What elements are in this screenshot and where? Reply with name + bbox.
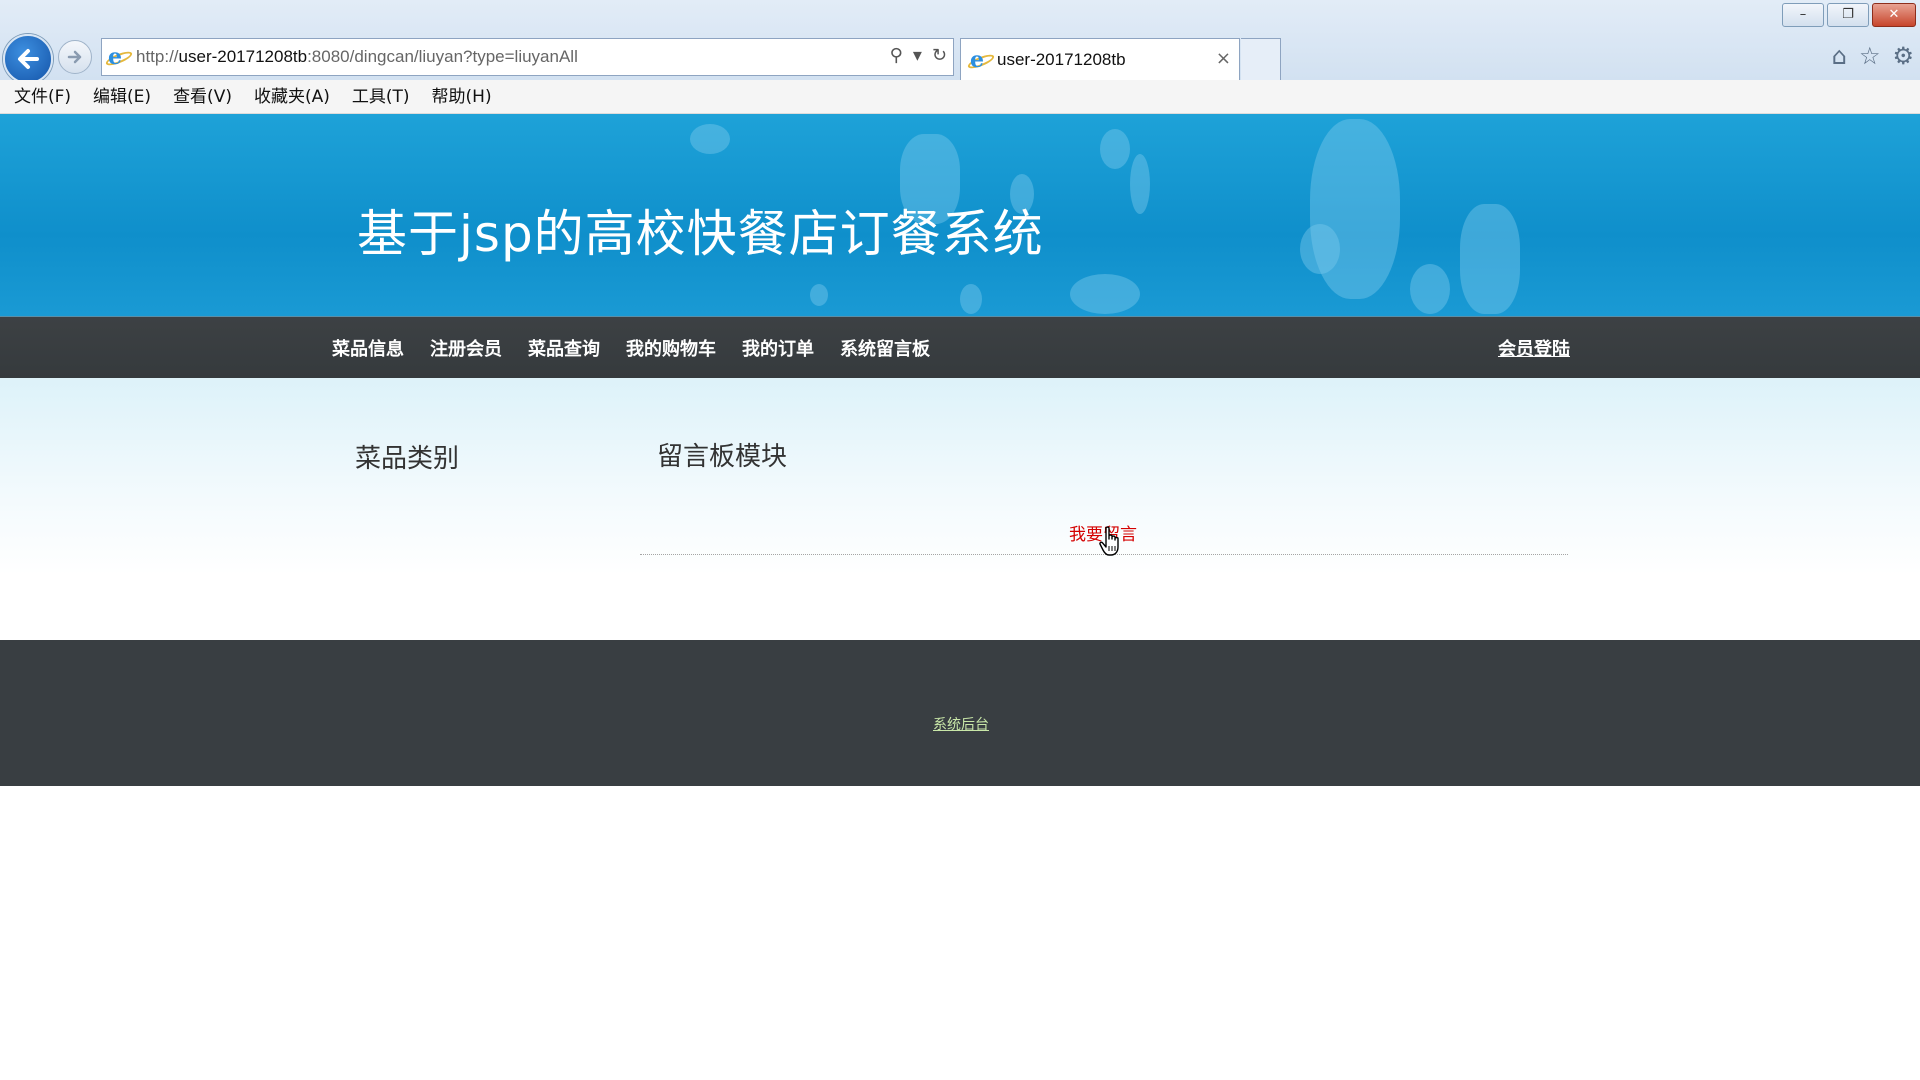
url-prefix: http:// (136, 47, 179, 66)
banner-decoration (690, 124, 730, 154)
nav-dish-search[interactable]: 菜品查询 (528, 335, 600, 361)
menu-file[interactable]: 文件(F) (14, 80, 71, 113)
main-nav: 菜品信息 注册会员 菜品查询 我的购物车 我的订单 系统留言板 会员登陆 (0, 316, 1920, 378)
menu-help[interactable]: 帮助(H) (432, 80, 492, 113)
banner-decoration (1410, 264, 1450, 314)
search-icon[interactable]: ⚲ (890, 45, 903, 66)
site-footer: 系统后台 (0, 640, 1920, 786)
favorites-star-icon[interactable]: ☆ (1859, 42, 1881, 70)
nav-dish-info[interactable]: 菜品信息 (332, 335, 404, 361)
browser-chrome: – ❐ ✕ e http://user-20171208tb:8080/ding… (0, 0, 1920, 84)
settings-gear-icon[interactable]: ⚙ (1892, 42, 1914, 70)
url-path: :8080/dingcan/liuyan?type=liuyanAll (307, 47, 578, 66)
member-login-link[interactable]: 会员登陆 (1498, 335, 1570, 361)
home-icon[interactable]: ⌂ (1832, 42, 1847, 70)
dish-category-heading: 菜品类别 (355, 444, 460, 474)
nav-orders[interactable]: 我的订单 (742, 335, 814, 361)
window-controls: – ❐ ✕ (1782, 3, 1916, 27)
site-banner: 基于jsp的高校快餐店订餐系统 (0, 114, 1920, 316)
toolbar-right: ⌂ ☆ ⚙ (1832, 42, 1914, 70)
message-board-heading: 留言板模块 (657, 442, 788, 472)
minimize-button[interactable]: – (1782, 3, 1824, 27)
refresh-icon[interactable]: ↻ (932, 45, 947, 66)
restore-button[interactable]: ❐ (1827, 3, 1869, 27)
tab-ie-logo-icon: e (966, 47, 996, 73)
url-host: user-20171208tb (178, 47, 308, 66)
banner-decoration (1100, 129, 1130, 169)
banner-decoration (1130, 154, 1150, 214)
content-area: 菜品类别 留言板模块 我要留言 (0, 378, 1920, 640)
menu-favorites[interactable]: 收藏夹(A) (254, 80, 330, 113)
banner-decoration (960, 284, 982, 314)
tab-active[interactable]: e user-20171208tb × (960, 38, 1240, 80)
banner-decoration (1070, 274, 1140, 314)
nav-register[interactable]: 注册会员 (430, 335, 502, 361)
nav-links: 菜品信息 注册会员 菜品查询 我的购物车 我的订单 系统留言板 (332, 335, 930, 361)
close-window-button[interactable]: ✕ (1872, 3, 1916, 27)
banner-decoration (810, 284, 828, 306)
new-tab-button[interactable] (1241, 38, 1281, 80)
forward-arrow-icon (67, 50, 82, 64)
banner-decoration (1300, 224, 1340, 274)
site-title: 基于jsp的高校快餐店订餐系统 (357, 205, 1044, 263)
menu-bar: 文件(F) 编辑(E) 查看(V) 收藏夹(A) 工具(T) 帮助(H) (0, 80, 1920, 114)
menu-edit[interactable]: 编辑(E) (93, 80, 151, 113)
menu-view[interactable]: 查看(V) (173, 80, 232, 113)
address-tools: ⚲ ▾ ↻ (890, 45, 947, 66)
tab-close-icon[interactable]: × (1216, 48, 1231, 69)
url-text[interactable]: http://user-20171208tb:8080/dingcan/liuy… (136, 47, 578, 67)
admin-backend-link[interactable]: 系统后台 (933, 714, 989, 734)
tab-title: user-20171208tb (997, 50, 1126, 69)
banner-decoration (1460, 204, 1520, 314)
nav-cart[interactable]: 我的购物车 (626, 335, 716, 361)
address-bar[interactable]: e http://user-20171208tb:8080/dingcan/li… (101, 38, 954, 76)
back-button[interactable] (3, 34, 53, 84)
dropdown-icon[interactable]: ▾ (913, 45, 922, 66)
hand-cursor-icon (1099, 526, 1119, 556)
menu-tools[interactable]: 工具(T) (352, 80, 410, 113)
forward-button[interactable] (58, 40, 92, 74)
ie-logo-icon: e (104, 44, 134, 70)
nav-message-board[interactable]: 系统留言板 (840, 335, 930, 361)
back-arrow-icon (18, 49, 39, 69)
